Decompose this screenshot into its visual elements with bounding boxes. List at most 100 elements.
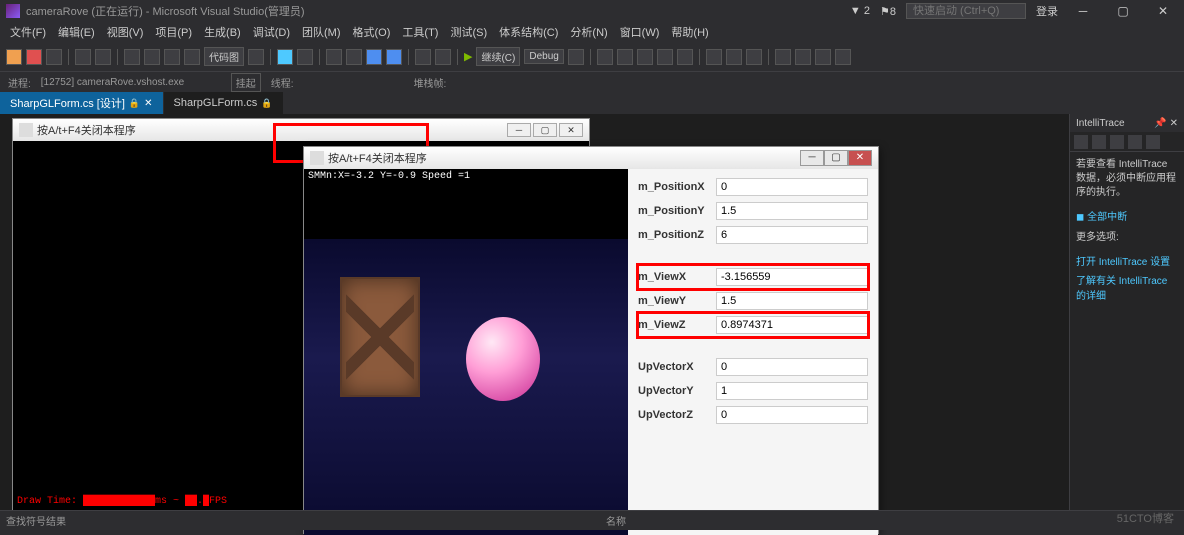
tb-icon[interactable]: [637, 49, 653, 65]
break-all-link[interactable]: ◼ 全部中断: [1070, 206, 1184, 225]
tool-icon[interactable]: [1146, 135, 1160, 149]
win1-max-button[interactable]: ▢: [533, 123, 557, 137]
tb-icon[interactable]: [657, 49, 673, 65]
prop-input-m_ViewX[interactable]: [716, 268, 868, 286]
prop-label: UpVectorY: [638, 385, 716, 397]
app-window-2: 按A/t+F4关闭本程序 ─ ▢ ✕ SMMn:X=-3.2 Y=-0.9 Sp…: [303, 146, 879, 534]
save-all-button[interactable]: [386, 49, 402, 65]
tb-icon[interactable]: [746, 49, 762, 65]
menu-project[interactable]: 项目(P): [149, 22, 198, 42]
prop-row-UpVectorZ: UpVectorZ: [638, 403, 868, 427]
undo-button[interactable]: [415, 49, 431, 65]
quick-launch-input[interactable]: [906, 3, 1026, 19]
tb-icon[interactable]: [677, 49, 693, 65]
window2-title: 按A/t+F4关闭本程序: [328, 150, 427, 166]
menu-edit[interactable]: 编辑(E): [52, 22, 101, 42]
win1-min-button[interactable]: ─: [507, 123, 531, 137]
prop-input-m_ViewY[interactable]: [716, 292, 868, 310]
tb-icon[interactable]: [775, 49, 791, 65]
tab-designer[interactable]: SharpGLForm.cs [设计] 🔒 ✕: [0, 92, 164, 114]
property-panel: m_PositionXm_PositionYm_PositionZm_ViewX…: [628, 169, 878, 535]
editor-area: 按A/t+F4关闭本程序 ─ ▢ ✕ Draw Time: ██████████…: [0, 114, 1184, 510]
nav-back-button[interactable]: [75, 49, 91, 65]
tb-icon[interactable]: [248, 49, 264, 65]
tool-icon[interactable]: [1074, 135, 1088, 149]
tb-icon[interactable]: [597, 49, 613, 65]
win2-min-button[interactable]: ─: [800, 150, 824, 166]
prop-row-m_ViewY: m_ViewY: [638, 289, 868, 313]
config-combo[interactable]: Debug: [524, 49, 563, 64]
prop-input-m_PositionZ[interactable]: [716, 226, 868, 244]
prop-input-UpVectorZ[interactable]: [716, 406, 868, 424]
window2-chrome[interactable]: 按A/t+F4关闭本程序 ─ ▢ ✕: [304, 147, 878, 169]
tb-icon[interactable]: [326, 49, 342, 65]
prop-input-m_PositionY[interactable]: [716, 202, 868, 220]
restart-button[interactable]: [46, 49, 62, 65]
tb-icon[interactable]: [568, 49, 584, 65]
tb-icon[interactable]: [835, 49, 851, 65]
menu-debug[interactable]: 调试(D): [247, 22, 296, 42]
codemap-combo[interactable]: 代码图: [204, 47, 244, 66]
vs-logo-icon: [6, 4, 20, 18]
tb-icon[interactable]: [124, 49, 140, 65]
menu-build[interactable]: 生成(B): [198, 22, 247, 42]
menu-view[interactable]: 视图(V): [101, 22, 150, 42]
tab-code[interactable]: SharpGLForm.cs 🔒: [164, 92, 284, 114]
menu-test[interactable]: 测试(S): [444, 22, 493, 42]
tb-icon[interactable]: [346, 49, 362, 65]
panel-title: IntelliTrace: [1076, 118, 1125, 129]
close-tab-icon[interactable]: ✕: [144, 98, 152, 109]
app-icon: [19, 123, 33, 137]
win2-close-button[interactable]: ✕: [848, 150, 872, 166]
panel-pin-icon[interactable]: 📌 ✕: [1154, 118, 1178, 129]
flag-icon[interactable]: ⚑8: [880, 5, 896, 18]
tb-icon[interactable]: [815, 49, 831, 65]
menu-file[interactable]: 文件(F): [4, 22, 52, 42]
learn-link[interactable]: 了解有关 IntelliTrace 的详细: [1070, 270, 1184, 304]
window-title: cameraRove (正在运行) - Microsoft Visual Stu…: [26, 3, 305, 19]
prop-row-m_PositionY: m_PositionY: [638, 199, 868, 223]
redo-button[interactable]: [435, 49, 451, 65]
opengl-viewport[interactable]: SMMn:X=-3.2 Y=-0.9 Speed =1 Draw Time: 5…: [304, 169, 628, 535]
minimize-button[interactable]: ─: [1068, 4, 1098, 18]
stop-button[interactable]: [26, 49, 42, 65]
menu-format[interactable]: 格式(O): [347, 22, 397, 42]
prop-input-UpVectorY[interactable]: [716, 382, 868, 400]
prop-input-UpVectorX[interactable]: [716, 358, 868, 376]
save-button[interactable]: [366, 49, 382, 65]
prop-input-m_PositionX[interactable]: [716, 178, 868, 196]
process-combo[interactable]: [12752] cameraRove.vshost.exe: [41, 77, 221, 88]
maximize-button[interactable]: ▢: [1108, 4, 1138, 18]
tb-icon[interactable]: [277, 49, 293, 65]
menu-analyze[interactable]: 分析(N): [564, 22, 613, 42]
settings-link[interactable]: 打开 IntelliTrace 设置: [1070, 251, 1184, 270]
tool-icon[interactable]: [1128, 135, 1142, 149]
close-button[interactable]: ✕: [1148, 4, 1178, 18]
menu-window[interactable]: 窗口(W): [614, 22, 666, 42]
win2-max-button[interactable]: ▢: [824, 150, 848, 166]
tb-icon[interactable]: [297, 49, 313, 65]
tb-icon[interactable]: [144, 49, 160, 65]
tb-icon[interactable]: [706, 49, 722, 65]
tb-icon[interactable]: [184, 49, 200, 65]
tb-icon[interactable]: [617, 49, 633, 65]
menu-help[interactable]: 帮助(H): [665, 22, 714, 42]
tb-icon[interactable]: [164, 49, 180, 65]
nav-fwd-button[interactable]: [95, 49, 111, 65]
tool-icon[interactable]: [1092, 135, 1106, 149]
tab-bar: SharpGLForm.cs [设计] 🔒 ✕ SharpGLForm.cs 🔒: [0, 92, 1184, 114]
continue-button[interactable]: 继续(C): [476, 47, 520, 66]
tb-icon[interactable]: [726, 49, 742, 65]
menu-arch[interactable]: 体系结构(C): [493, 22, 564, 42]
tb-icon[interactable]: [795, 49, 811, 65]
suspend-button[interactable]: 挂起: [231, 73, 261, 92]
win1-close-button[interactable]: ✕: [559, 123, 583, 137]
menu-team[interactable]: 团队(M): [296, 22, 347, 42]
login-link[interactable]: 登录: [1036, 3, 1058, 19]
tool-icon[interactable]: [1110, 135, 1124, 149]
pause-button[interactable]: [6, 49, 22, 65]
tab-label: SharpGLForm.cs: [174, 97, 258, 109]
notif-icon[interactable]: ▼ 2: [850, 5, 870, 17]
menu-tools[interactable]: 工具(T): [396, 22, 444, 42]
prop-input-m_ViewZ[interactable]: [716, 316, 868, 334]
